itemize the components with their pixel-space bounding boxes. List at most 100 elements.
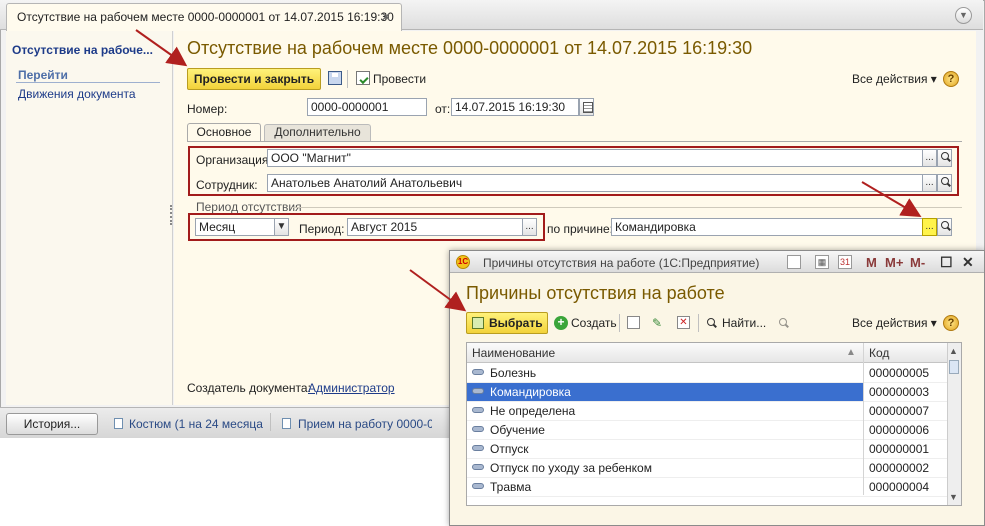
row-code: 000000005 [869,366,930,380]
table-row[interactable]: Отпуск по уходу за ребенком 000000002 [467,459,947,478]
post-button[interactable]: Провести [373,72,426,86]
employee-field[interactable]: Анатольев Анатолий Анатольевич [267,174,923,192]
select-icon [472,317,484,329]
row-code: 000000006 [869,423,930,437]
cancel-search-icon[interactable] [776,316,789,329]
sidebar-section-goto: Перейти [18,68,68,82]
search-icon[interactable] [937,174,952,192]
document-icon[interactable] [787,255,801,269]
chevron-down-icon[interactable]: ▼ [274,218,289,236]
splitter-handle[interactable] [170,205,172,225]
edit-icon[interactable]: ✎ [652,316,665,330]
taskbar-item-hiring[interactable]: Прием на работу 0000-0... [298,417,432,431]
calendar-icon[interactable] [579,98,594,116]
search-icon[interactable] [937,149,952,167]
tab-main[interactable]: Основное [187,123,261,142]
row-code: 000000001 [869,442,930,456]
table-row[interactable]: Болезнь 000000005 [467,364,947,383]
toolbar-separator [619,314,620,332]
item-icon [472,483,484,489]
tab-divider [187,141,962,142]
period-group-title: Период отсутствия [196,200,302,214]
calendar-icon[interactable]: 31 [838,255,852,269]
maximize-icon[interactable]: ☐ [940,254,953,271]
copy-icon[interactable] [627,316,640,329]
item-icon [472,464,484,470]
taskbar-separator [270,413,271,431]
row-name: Отпуск [490,442,529,456]
help-icon[interactable]: ? [943,71,959,87]
tab-additional[interactable]: Дополнительно [264,124,371,141]
scroll-down-icon[interactable]: ▼ [949,492,958,502]
scroll-up-icon[interactable]: ▲ [949,346,958,356]
memory-button[interactable]: M [866,255,877,270]
table-row[interactable]: Травма 000000004 [467,478,947,497]
row-code: 000000002 [869,461,930,475]
select-button[interactable]: Выбрать [466,312,548,334]
close-icon[interactable]: ✕ [962,254,974,271]
search-icon[interactable] [937,218,952,236]
document-icon [114,418,123,429]
app-logo-icon: 1С [456,255,470,269]
find-button[interactable]: Найти... [722,316,766,330]
item-icon [472,369,484,375]
table-row[interactable]: Обучение 000000006 [467,421,947,440]
save-icon[interactable] [328,71,342,85]
reasons-window-title: Причины отсутствия на работе (1С:Предпри… [483,256,760,270]
reason-field[interactable]: Командировка [611,218,923,236]
memory-minus-button[interactable]: M- [910,255,925,270]
column-name-header[interactable]: Наименование [472,346,555,360]
create-button[interactable]: Создать [571,316,617,330]
item-icon [472,388,484,394]
popup-all-actions-menu[interactable]: Все действия ▾ [852,316,937,330]
post-and-close-button[interactable]: Провести и закрыть [187,68,321,90]
organization-choose-button[interactable]: ... [922,149,937,167]
employee-choose-button[interactable]: ... [922,174,937,192]
employee-label: Сотрудник: [196,178,258,192]
row-name: Отпуск по уходу за ребенком [490,461,652,475]
period-type-select[interactable]: Месяц [195,218,275,236]
chevron-down-icon[interactable]: ▼ [955,7,972,24]
document-tab[interactable]: Отсутствие на рабочем месте 0000-0000001… [6,3,402,31]
sidebar-item-document[interactable]: Отсутствие на рабоче... [12,43,153,57]
period-choose-button[interactable]: ... [522,218,537,236]
toolbar-separator [698,314,699,332]
date-field[interactable]: 14.07.2015 16:19:30 [451,98,579,116]
search-icon[interactable] [704,316,717,329]
table-row[interactable]: Командировка 000000003 [467,383,947,402]
reason-choose-button[interactable]: ... [922,218,937,236]
creator-link[interactable]: Администратор [308,381,395,395]
table-row[interactable]: Не определена 000000007 [467,402,947,421]
add-icon[interactable]: + [554,316,568,330]
close-icon[interactable]: ✕ [381,10,391,24]
row-code: 000000003 [864,383,947,401]
post-icon[interactable] [356,71,370,85]
row-name: Не определена [490,404,576,418]
period-label: Период: [299,222,345,236]
organization-field[interactable]: ООО "Магнит" [267,149,923,167]
item-icon [472,445,484,451]
taskbar-item-costume[interactable]: Костюм (1 на 24 месяца... [129,417,263,431]
help-icon[interactable]: ? [943,315,959,331]
item-icon [472,407,484,413]
row-name: Травма [490,480,532,494]
history-button[interactable]: История... [6,413,98,435]
table-row[interactable]: Отпуск 000000001 [467,440,947,459]
toolbar-separator [347,70,348,88]
row-code: 000000007 [869,404,930,418]
item-icon [472,426,484,432]
delete-icon[interactable]: ✕ [677,316,690,329]
reasons-heading: Причины отсутствия на работе [466,283,725,303]
all-actions-menu[interactable]: Все действия ▾ [852,72,937,86]
scroll-thumb[interactable] [949,360,959,374]
column-code-header[interactable]: Код [869,346,889,360]
calculator-icon[interactable]: ▦ [815,255,829,269]
row-name: Обучение [490,423,545,437]
date-label: от: [435,102,451,116]
period-field[interactable]: Август 2015 [347,218,523,236]
memory-plus-button[interactable]: M+ [885,255,903,270]
number-field[interactable]: 0000-0000001 [307,98,427,116]
sidebar-item-movements[interactable]: Движения документа [18,87,136,101]
sort-icon[interactable]: ▲ [846,347,856,358]
row-code: 000000004 [869,480,930,494]
